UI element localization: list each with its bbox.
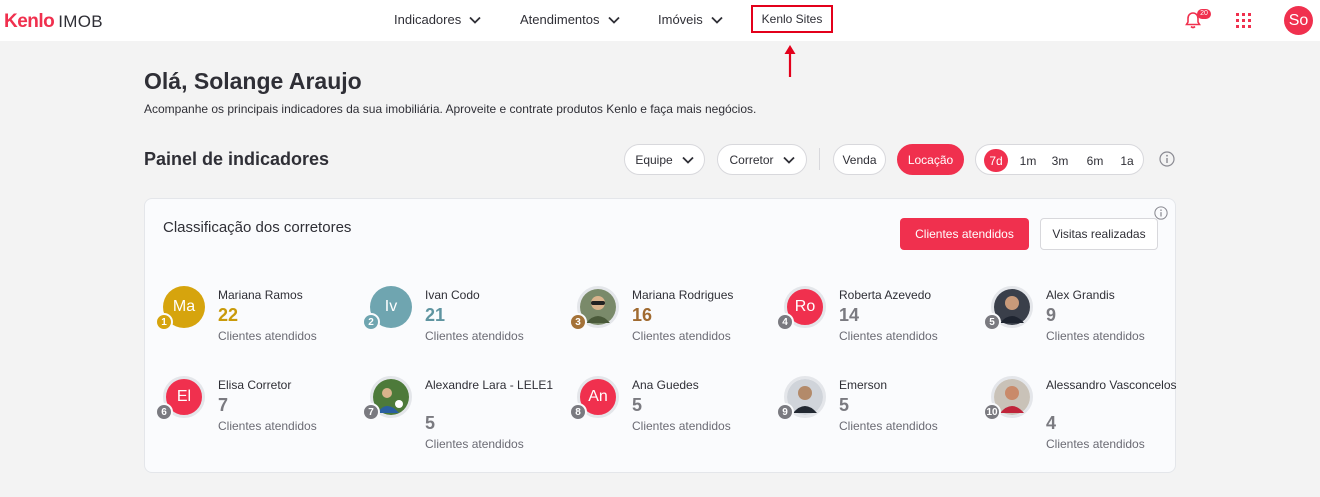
broker-item[interactable]: 9 Emerson 5 Clientes atendidos: [776, 376, 984, 456]
chevron-down-icon: [682, 156, 694, 164]
broker-name: Mariana Rodrigues: [632, 288, 734, 302]
rank-badge: 9: [776, 403, 794, 421]
broker-filter-dropdown[interactable]: Corretor: [717, 144, 807, 175]
logo-sub-text: IMOB: [58, 12, 103, 31]
nav-imoveis[interactable]: Imóveis: [658, 12, 723, 27]
chevron-down-icon: [782, 156, 795, 164]
broker-name: Ivan Codo: [425, 288, 480, 302]
broker-name: Ana Guedes: [632, 378, 699, 392]
broker-value: 16: [632, 305, 653, 325]
broker-item[interactable]: An 8 Ana Guedes 5 Clientes atendidos: [569, 376, 777, 456]
period-7d[interactable]: 7d: [984, 149, 1008, 172]
broker-item[interactable]: Iv 2 Ivan Codo 21 Clientes atendidos: [362, 286, 570, 366]
rank-badge: 6: [155, 403, 173, 421]
broker-ranking-card: Classificação dos corretores Clientes at…: [144, 198, 1177, 473]
broker-item[interactable]: 5 Alex Grandis 9 Clientes atendidos: [983, 286, 1191, 366]
chevron-down-icon: [469, 16, 481, 24]
rank-badge: 3: [569, 313, 587, 331]
broker-item[interactable]: Ma 1 Mariana Ramos 22 Clientes atendidos: [155, 286, 363, 366]
broker-item[interactable]: 10 Alessandro Vasconcelos 4 Clientes ate…: [983, 376, 1191, 456]
period-6m[interactable]: 6m: [1082, 149, 1108, 172]
kenlo-logo[interactable]: Kenlo IMOB: [4, 11, 103, 33]
top-bar: Kenlo IMOB Indicadores Atendimentos Imóv…: [0, 0, 1320, 41]
broker-metric-label: Clientes atendidos: [425, 437, 524, 451]
broker-filter-label: Corretor: [729, 152, 774, 167]
broker-value: 5: [425, 413, 436, 433]
broker-name: Elisa Corretor: [218, 378, 292, 392]
avatar-initials: An: [588, 388, 608, 405]
broker-name: Roberta Azevedo: [839, 288, 932, 302]
notification-count-badge: 20: [1197, 9, 1211, 19]
team-filter-label: Equipe: [635, 152, 673, 167]
avatar-initials: Iv: [384, 298, 398, 315]
broker-metric-label: Clientes atendidos: [839, 419, 938, 433]
rent-toggle[interactable]: Locação: [897, 144, 964, 175]
apps-grid-icon[interactable]: [1236, 13, 1251, 28]
broker-value: 5: [839, 395, 850, 415]
page-subtitle: Acompanhe os principais indicadores da s…: [144, 102, 757, 116]
broker-value: 4: [1046, 413, 1057, 433]
logo-main-text: Kenlo: [4, 11, 55, 32]
broker-metric-label: Clientes atendidos: [839, 329, 938, 343]
rank-badge: 10: [983, 403, 1001, 421]
ranking-title: Classificação dos corretores: [163, 219, 352, 236]
broker-value: 14: [839, 305, 860, 325]
rank-badge: 2: [362, 313, 380, 331]
broker-value: 7: [218, 395, 229, 415]
broker-metric-label: Clientes atendidos: [218, 419, 317, 433]
nav-atendimentos[interactable]: Atendimentos: [520, 12, 620, 27]
visits-done-tab[interactable]: Visitas realizadas: [1040, 218, 1158, 250]
broker-item[interactable]: 3 Mariana Rodrigues 16 Clientes atendido…: [569, 286, 777, 366]
nav-indicadores[interactable]: Indicadores: [394, 12, 481, 27]
broker-metric-label: Clientes atendidos: [1046, 437, 1145, 451]
sale-toggle[interactable]: Venda: [833, 144, 886, 175]
nav-indicadores-label: Indicadores: [394, 12, 462, 27]
broker-name: Alessandro Vasconcelos: [1046, 378, 1177, 392]
broker-metric-label: Clientes atendidos: [218, 329, 317, 343]
broker-value: 21: [425, 305, 446, 325]
rank-badge: 7: [362, 403, 380, 421]
team-filter-dropdown[interactable]: Equipe: [624, 144, 705, 175]
period-1a[interactable]: 1a: [1116, 149, 1138, 172]
rank-badge: 5: [983, 313, 1001, 331]
broker-item[interactable]: Ro 4 Roberta Azevedo 14 Clientes atendid…: [776, 286, 984, 366]
broker-item[interactable]: 7 Alexandre Lara - LELE1 5 Clientes aten…: [362, 376, 570, 456]
avatar-initials: Ro: [794, 298, 816, 315]
chevron-down-icon: [711, 16, 723, 24]
rank-badge: 4: [776, 313, 794, 331]
chevron-down-icon: [607, 16, 620, 24]
info-icon[interactable]: [1159, 151, 1175, 167]
avatar-initials: El: [176, 388, 192, 405]
annotation-arrow-icon: [784, 45, 796, 77]
broker-name: Mariana Ramos: [218, 288, 303, 302]
period-3m[interactable]: 3m: [1048, 149, 1072, 172]
broker-value: 9: [1046, 305, 1057, 325]
broker-value: 22: [218, 305, 239, 325]
broker-name: Alex Grandis: [1046, 288, 1115, 302]
filter-divider: [819, 148, 820, 170]
broker-value: 5: [632, 395, 643, 415]
rank-badge: 8: [569, 403, 587, 421]
panel-title: Painel de indicadores: [144, 149, 330, 169]
broker-item[interactable]: El 6 Elisa Corretor 7 Clientes atendidos: [155, 376, 363, 456]
broker-metric-label: Clientes atendidos: [1046, 329, 1145, 343]
nav-kenlo-sites[interactable]: Kenlo Sites: [751, 5, 833, 33]
period-selector: 7d 1m 3m 6m 1a: [975, 144, 1144, 175]
clients-served-tab[interactable]: Clientes atendidos: [900, 218, 1029, 250]
period-1m[interactable]: 1m: [1016, 149, 1040, 172]
broker-metric-label: Clientes atendidos: [425, 329, 524, 343]
avatar-initials: Ma: [172, 298, 196, 315]
page-greeting: Olá, Solange Araujo: [144, 68, 362, 94]
broker-metric-label: Clientes atendidos: [632, 419, 731, 433]
broker-name: Alexandre Lara - LELE1: [425, 378, 554, 392]
user-avatar[interactable]: So: [1284, 6, 1313, 35]
nav-atendimentos-label: Atendimentos: [520, 12, 600, 27]
nav-imoveis-label: Imóveis: [658, 12, 703, 27]
broker-name: Emerson: [839, 378, 888, 392]
rank-badge: 1: [155, 313, 173, 331]
broker-metric-label: Clientes atendidos: [632, 329, 731, 343]
